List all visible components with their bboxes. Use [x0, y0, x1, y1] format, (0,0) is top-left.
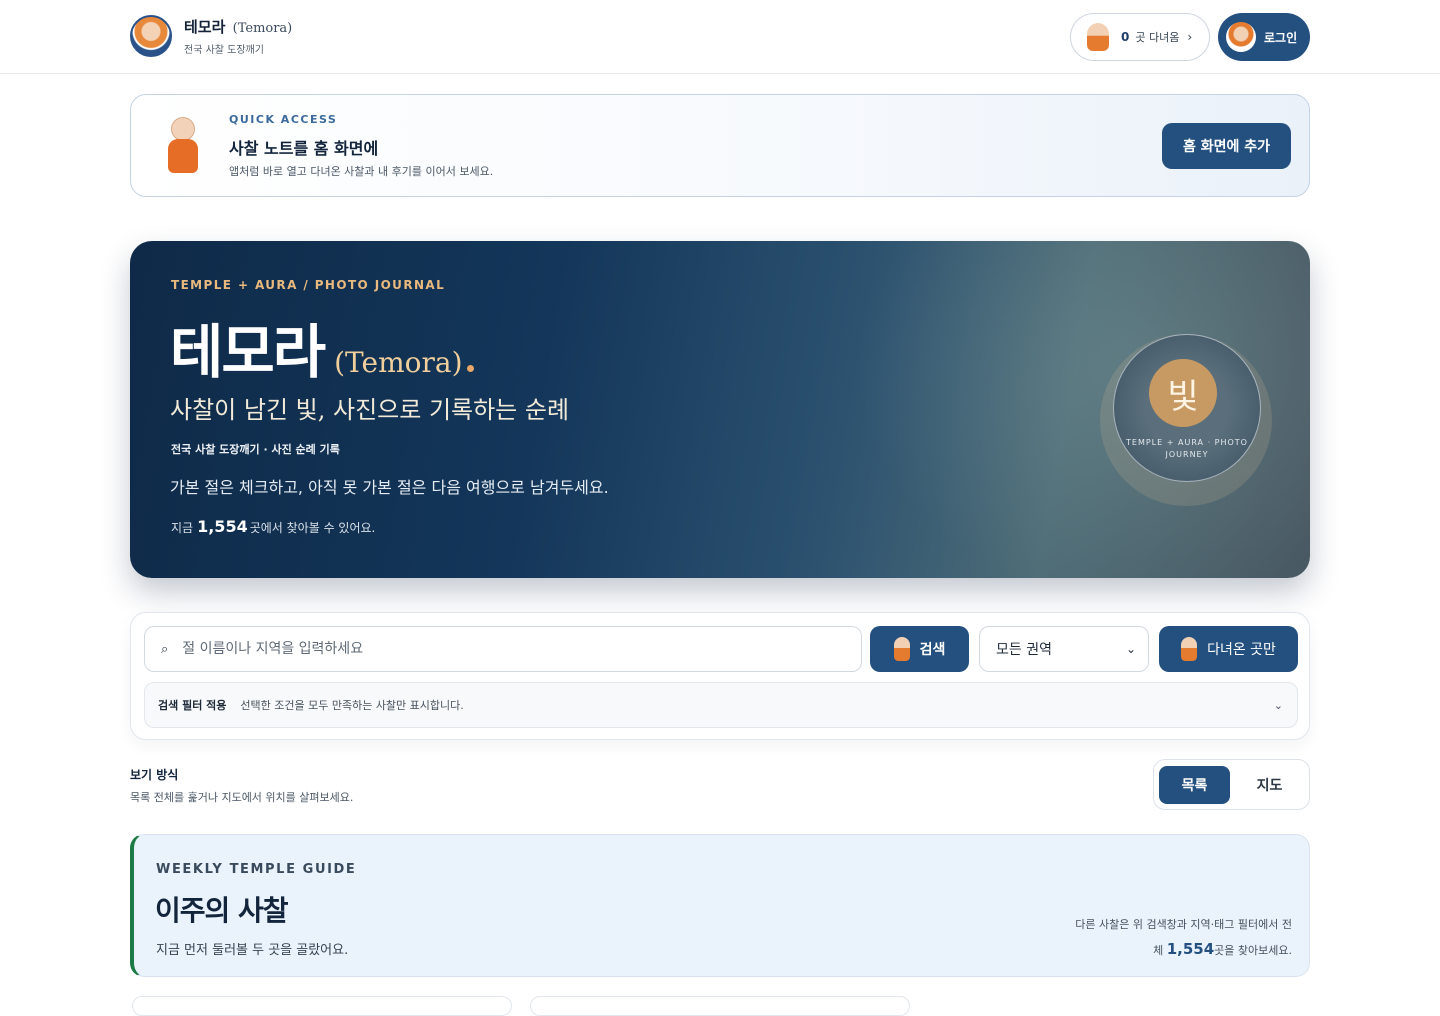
search-panel: ⌕ 검색 모든 권역 ⌄ 다녀온 곳만 검색 필터 적용 선택한 조건을 모두 …	[130, 612, 1310, 740]
weekly-temple-guide: WEEKLY TEMPLE GUIDE 이주의 사찰 지금 먼저 둘러볼 두 곳…	[130, 834, 1310, 977]
hero-title: 테모라 (Temora)	[170, 305, 474, 389]
region-select-value: 모든 권역	[996, 642, 1052, 658]
temple-card[interactable]	[132, 996, 512, 1016]
weekly-eyebrow: WEEKLY TEMPLE GUIDE	[156, 862, 357, 877]
hero-description: 가본 절은 체크하고, 아직 못 가본 절은 다음 여행으로 남겨두세요.	[170, 478, 609, 497]
hero-dot	[466, 365, 474, 372]
visited-only-label: 다녀온 곳만	[1207, 642, 1276, 658]
hero-subtitle: 사찰이 남긴 빛, 사진으로 기록하는 순례	[170, 396, 570, 424]
hero-eyebrow: TEMPLE + AURA / PHOTO JOURNAL	[171, 278, 446, 292]
aura-light-icon: 빛	[1149, 359, 1217, 427]
view-mode-title: 보기 방식	[130, 768, 179, 782]
hero-title-ko: 테모라	[170, 318, 326, 386]
temple-card[interactable]	[530, 996, 910, 1016]
hero-tags: 전국 사찰 도장깨기 · 사진 순례 기록	[171, 443, 340, 456]
weekly-description: 지금 먼저 둘러볼 두 곳을 골랐어요.	[156, 943, 349, 958]
visited-label: 곳 다녀옴	[1135, 31, 1180, 44]
hero-count: 지금 1,554 곳에서 찾아볼 수 있어요.	[171, 517, 375, 536]
quick-access-title: 사찰 노트를 홈 화면에	[229, 139, 379, 158]
brand-subtitle: 전국 사찰 도장깨기	[184, 45, 264, 56]
monk-icon	[1181, 637, 1198, 661]
brand[interactable]: 테모라 (Temora) 전국 사찰 도장깨기	[130, 15, 292, 57]
list-view-button[interactable]: 목록	[1159, 766, 1230, 804]
search-field[interactable]: ⌕	[144, 626, 862, 672]
monk-icon	[893, 637, 910, 661]
visited-count: 0	[1121, 30, 1130, 44]
add-to-home-button[interactable]: 홈 화면에 추가	[1162, 123, 1291, 169]
quick-access-description: 앱처럼 바로 열고 다녀온 사찰과 내 후기를 이어서 보세요.	[229, 165, 494, 178]
brand-title: 테모라 (Temora)	[184, 16, 292, 37]
monk-icon	[1087, 23, 1109, 51]
weekly-note-suffix: 곳을 찾아보세요.	[1214, 944, 1292, 957]
quick-access-eyebrow: QUICK ACCESS	[229, 113, 338, 126]
hero-count-prefix: 지금	[171, 521, 194, 535]
search-input[interactable]	[182, 641, 823, 657]
login-button[interactable]: 로그인	[1218, 13, 1310, 61]
brand-title-en: (Temora)	[232, 21, 293, 36]
visited-only-button[interactable]: 다녀온 곳만	[1159, 626, 1298, 672]
map-view-button[interactable]: 지도	[1234, 766, 1305, 804]
search-button[interactable]: 검색	[870, 626, 969, 672]
view-mode-description: 목록 전체를 훑거나 지도에서 위치를 살펴보세요.	[130, 791, 354, 804]
weekly-title: 이주의 사찰	[155, 894, 289, 927]
monk-avatar-icon	[1226, 22, 1256, 52]
weekly-note: 다른 사찰은 위 검색창과 지역·태그 필터에서 전체 1,554곳을 찾아보세…	[1066, 913, 1292, 963]
hero-banner: TEMPLE + AURA / PHOTO JOURNAL 테모라 (Temor…	[130, 241, 1310, 578]
view-mode-toggle: 목록 지도	[1153, 759, 1310, 810]
hero-title-en: (Temora)	[334, 346, 463, 379]
chevron-down-icon: ⌄	[1273, 698, 1283, 712]
filter-toggle[interactable]: 검색 필터 적용 선택한 조건을 모두 만족하는 사찰만 표시합니다. ⌄	[144, 682, 1298, 728]
weekly-note-value: 1,554	[1166, 940, 1215, 958]
monk-illustration-icon	[165, 117, 201, 175]
chevron-down-icon: ⌄	[1125, 642, 1136, 656]
brand-logo-icon	[130, 15, 172, 57]
region-select[interactable]: 모든 권역 ⌄	[979, 626, 1149, 672]
brand-title-ko: 테모라	[184, 18, 226, 36]
hero-count-suffix: 곳에서 찾아볼 수 있어요.	[249, 521, 376, 535]
filter-title: 검색 필터 적용	[158, 699, 227, 712]
search-button-label: 검색	[919, 642, 946, 658]
top-header: 테모라 (Temora) 전국 사찰 도장깨기 0 곳 다녀옴 › 로그인	[0, 0, 1440, 74]
quick-access-card: QUICK ACCESS 사찰 노트를 홈 화면에 앱처럼 바로 열고 다녀온 …	[130, 94, 1310, 197]
search-icon: ⌕	[161, 641, 169, 657]
visited-count-button[interactable]: 0 곳 다녀옴 ›	[1070, 13, 1210, 61]
hero-count-value: 1,554	[197, 517, 248, 536]
login-label: 로그인	[1264, 30, 1298, 45]
filter-description: 선택한 조건을 모두 만족하는 사찰만 표시합니다.	[240, 699, 464, 712]
aura-badge-text: TEMPLE + AURA · PHOTO JOURNEY	[1126, 438, 1248, 459]
chevron-right-icon: ›	[1187, 30, 1193, 44]
